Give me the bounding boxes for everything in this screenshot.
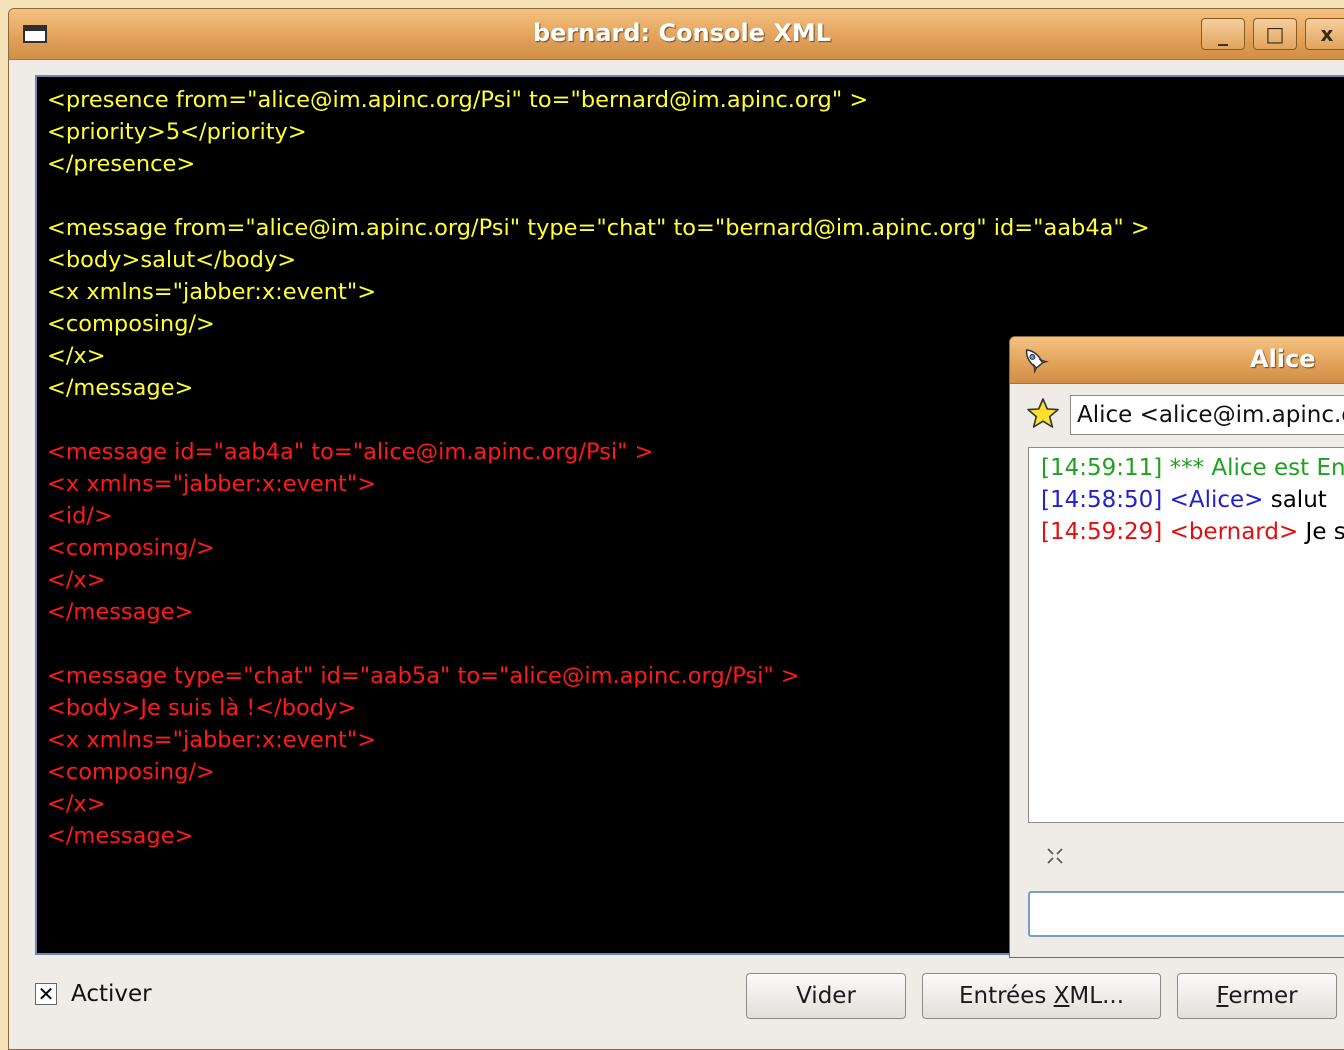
chat-title-bar[interactable]: Alice (1010, 337, 1344, 384)
message-status: *** Alice est En ligne (1169, 455, 1344, 481)
message-text: Je suis là ! (1305, 519, 1344, 545)
activate-label: Activer (71, 981, 152, 1007)
xml-input-label-post: ML... (1069, 983, 1125, 1009)
close-button[interactable]: Fermer (1177, 973, 1337, 1019)
message-input[interactable] (1028, 891, 1344, 937)
incoming-xml-line: <presence from="alice@im.apinc.org/Psi" … (47, 87, 869, 113)
chat-line: [14:59:11] *** Alice est En ligne (1041, 452, 1344, 484)
chat-line: [14:59:29] <bernard> Je suis là ! (1041, 516, 1344, 548)
chat-line: [14:58:50] <Alice> salut (1041, 484, 1344, 516)
message-time: [14:58:50] (1041, 487, 1163, 513)
incoming-xml-line (47, 180, 1344, 212)
message-time: [14:59:29] (1041, 519, 1163, 545)
checkbox-check-icon: ✕ (37, 982, 55, 1006)
message-sender: <bernard> (1169, 519, 1299, 545)
title-bar[interactable]: bernard: Console XML _ □ x (9, 9, 1344, 60)
xml-input-button[interactable]: Entrées XML... (922, 973, 1161, 1019)
psi-rocket-icon[interactable] (1020, 345, 1050, 375)
message-time: [14:59:11] (1041, 455, 1163, 481)
splitter-handle-icon[interactable] (1044, 845, 1066, 867)
chat-window-alice: Alice Alice <alice@im.apinc.org/Psi> [14… (1009, 336, 1344, 958)
maximize-button[interactable]: □ (1253, 18, 1297, 50)
close-mnemonic: F (1216, 983, 1229, 1009)
xml-input-mnemonic: X (1053, 983, 1070, 1009)
contact-jid-field[interactable]: Alice <alice@im.apinc.org/Psi> (1070, 395, 1344, 435)
xml-input-label-pre: Entrées (958, 983, 1054, 1009)
clear-button[interactable]: Vider (746, 973, 906, 1019)
chat-log[interactable]: [14:59:11] *** Alice est En ligne [14:58… (1028, 447, 1344, 823)
incoming-xml-line: <x xmlns="jabber:x:event"> (47, 279, 377, 305)
message-text: salut (1263, 487, 1327, 513)
close-label-post: ermer (1228, 983, 1298, 1009)
activate-checkbox[interactable]: ✕ (35, 983, 57, 1005)
chat-title: Alice (1250, 345, 1316, 373)
incoming-xml-line: </presence> (47, 151, 196, 177)
minimize-button[interactable]: _ (1201, 18, 1245, 50)
incoming-xml-line: <priority>5</priority> (47, 119, 307, 145)
message-sender: <Alice> (1169, 487, 1264, 513)
window-title: bernard: Console XML (532, 19, 832, 47)
star-status-icon (1027, 398, 1059, 428)
incoming-xml-line: <body>salut</body> (47, 247, 297, 273)
close-window-button[interactable]: x (1305, 18, 1344, 50)
incoming-xml-line: <message from="alice@im.apinc.org/Psi" t… (47, 215, 1150, 241)
